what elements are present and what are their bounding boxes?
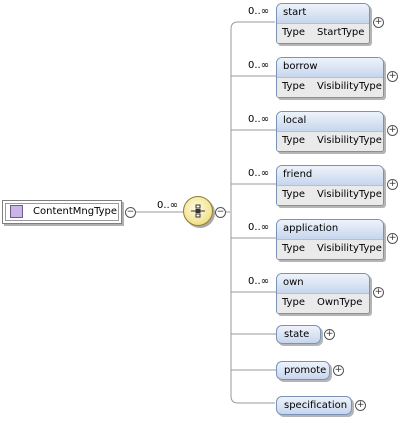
type-value: OwnType: [317, 297, 363, 308]
expand-icon[interactable]: +: [373, 17, 384, 28]
type-value: VisibilityType: [317, 135, 382, 146]
occurrence-label: 0..∞: [248, 60, 270, 71]
element-type-row: Type OwnType: [277, 293, 369, 313]
expand-icon[interactable]: +: [387, 125, 398, 136]
expand-icon[interactable]: +: [355, 400, 366, 411]
element-type-row: Type VisibilityType: [277, 239, 383, 259]
element-name: start: [277, 4, 369, 23]
expand-icon[interactable]: +: [387, 233, 398, 244]
type-key: Type: [282, 81, 305, 92]
root-occurrence-label: 0..∞: [157, 200, 179, 211]
element-application[interactable]: application Type VisibilityType: [276, 219, 384, 260]
element-type-row: Type VisibilityType: [277, 131, 383, 151]
type-key: Type: [282, 243, 305, 254]
expand-icon[interactable]: +: [387, 71, 398, 82]
type-key: Type: [282, 297, 305, 308]
expand-icon[interactable]: +: [324, 329, 335, 340]
element-own[interactable]: own Type OwnType: [276, 273, 370, 314]
sequence-compositor[interactable]: [183, 196, 213, 226]
type-key: Type: [282, 27, 305, 38]
occurrence-label: 0..∞: [248, 168, 270, 179]
expand-icon[interactable]: +: [373, 287, 384, 298]
compositor-collapse-icon[interactable]: −: [215, 207, 226, 218]
element-name: application: [277, 220, 383, 239]
type-key: Type: [282, 189, 305, 200]
element-state[interactable]: state: [276, 325, 321, 344]
element-promote[interactable]: promote: [276, 361, 330, 380]
element-name: own: [277, 274, 369, 293]
type-value: VisibilityType: [317, 189, 382, 200]
occurrence-label: 0..∞: [248, 6, 270, 17]
element-type-row: Type VisibilityType: [277, 77, 383, 97]
type-value: VisibilityType: [317, 81, 382, 92]
element-specification[interactable]: specification: [276, 396, 352, 415]
root-complex-type[interactable]: ContentMngType: [2, 200, 122, 224]
occurrence-label: 0..∞: [248, 276, 270, 287]
element-name: borrow: [277, 58, 383, 77]
occurrence-label: 0..∞: [248, 114, 270, 125]
type-value: VisibilityType: [317, 243, 382, 254]
element-start[interactable]: start Type StartType: [276, 3, 370, 44]
collapse-icon[interactable]: −: [125, 207, 136, 218]
expand-icon[interactable]: +: [333, 365, 344, 376]
expand-icon[interactable]: +: [387, 179, 398, 190]
element-friend[interactable]: friend Type VisibilityType: [276, 165, 384, 206]
complex-type-icon: [10, 205, 23, 218]
element-borrow[interactable]: borrow Type VisibilityType: [276, 57, 384, 98]
occurrence-label: 0..∞: [248, 222, 270, 233]
element-name: friend: [277, 166, 383, 185]
element-local[interactable]: local Type VisibilityType: [276, 111, 384, 152]
type-value: StartType: [317, 27, 365, 38]
element-type-row: Type StartType: [277, 23, 369, 43]
element-type-row: Type VisibilityType: [277, 185, 383, 205]
type-key: Type: [282, 135, 305, 146]
element-name: local: [277, 112, 383, 131]
sequence-compositor-icon: [191, 204, 205, 218]
root-label: ContentMngType: [33, 206, 118, 217]
